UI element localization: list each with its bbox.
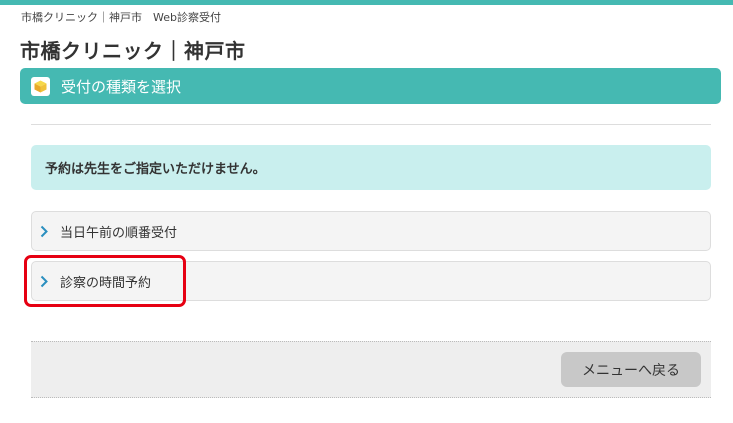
chevron-right-icon <box>40 224 52 238</box>
option-same-day-queue[interactable]: 当日午前の順番受付 <box>31 211 711 251</box>
divider <box>31 124 711 125</box>
breadcrumb: 市橋クリニック｜神戸市 Web診察受付 <box>21 11 221 24</box>
notice-text: 予約は先生をご指定いただけません。 <box>45 162 266 177</box>
top-accent-bar <box>0 0 733 5</box>
footer-area: メニューへ戻る <box>31 341 711 398</box>
option-label: 当日午前の順番受付 <box>60 225 178 241</box>
section-header: 受付の種類を選択 <box>20 68 721 104</box>
option-label: 診察の時間予約 <box>60 275 152 291</box>
cube-icon <box>31 76 50 96</box>
notice-message: 予約は先生をご指定いただけません。 <box>31 145 711 190</box>
chevron-right-icon <box>40 274 52 288</box>
section-title: 受付の種類を選択 <box>61 77 182 96</box>
option-time-reservation[interactable]: 診察の時間予約 <box>31 261 711 301</box>
back-to-menu-button[interactable]: メニューへ戻る <box>561 352 701 387</box>
page-title: 市橋クリニック｜神戸市 <box>20 39 246 63</box>
